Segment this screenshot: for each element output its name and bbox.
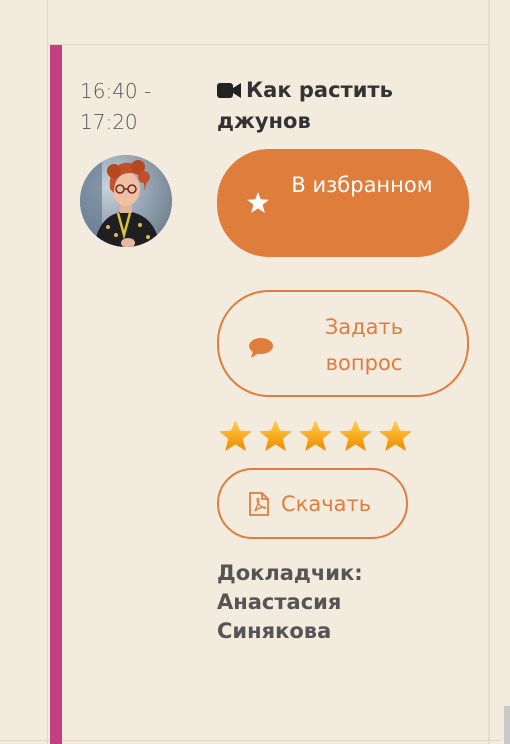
session-title: Как растить джунов <box>217 76 467 136</box>
favorite-button[interactable]: В избранном <box>217 149 469 257</box>
star-icon <box>247 192 269 213</box>
speaker-name[interactable]: Анастасия Синякова <box>217 588 417 646</box>
ask-question-button-label: Задать вопрос <box>324 315 404 375</box>
right-border <box>488 0 490 744</box>
rating-stars[interactable] <box>217 420 414 451</box>
track-color-bar <box>50 45 62 744</box>
download-button-label: Скачать <box>281 492 372 516</box>
star-icon[interactable] <box>257 420 294 451</box>
speaker-avatar[interactable] <box>80 155 172 247</box>
star-icon[interactable] <box>297 420 334 451</box>
top-divider <box>48 44 489 45</box>
star-icon[interactable] <box>217 420 254 451</box>
scrollbar-thumb[interactable] <box>504 706 510 744</box>
download-button[interactable]: Скачать <box>217 468 408 539</box>
star-icon[interactable] <box>377 420 414 451</box>
video-camera-icon <box>217 78 241 107</box>
bottom-divider <box>0 740 500 741</box>
session-card: 16:40 - 17:20 Как растить джунов В избра… <box>0 0 510 744</box>
ask-question-button[interactable]: Задать вопрос <box>217 290 469 397</box>
star-icon[interactable] <box>337 420 374 451</box>
speech-bubble-icon <box>249 338 273 358</box>
left-border <box>47 0 48 744</box>
session-time: 16:40 - 17:20 <box>80 79 152 134</box>
pdf-file-icon <box>249 492 269 516</box>
speaker-label: Докладчик: <box>217 561 363 585</box>
favorite-button-label: В избранном <box>291 173 433 197</box>
session-title-text: Как растить джунов <box>217 78 393 133</box>
